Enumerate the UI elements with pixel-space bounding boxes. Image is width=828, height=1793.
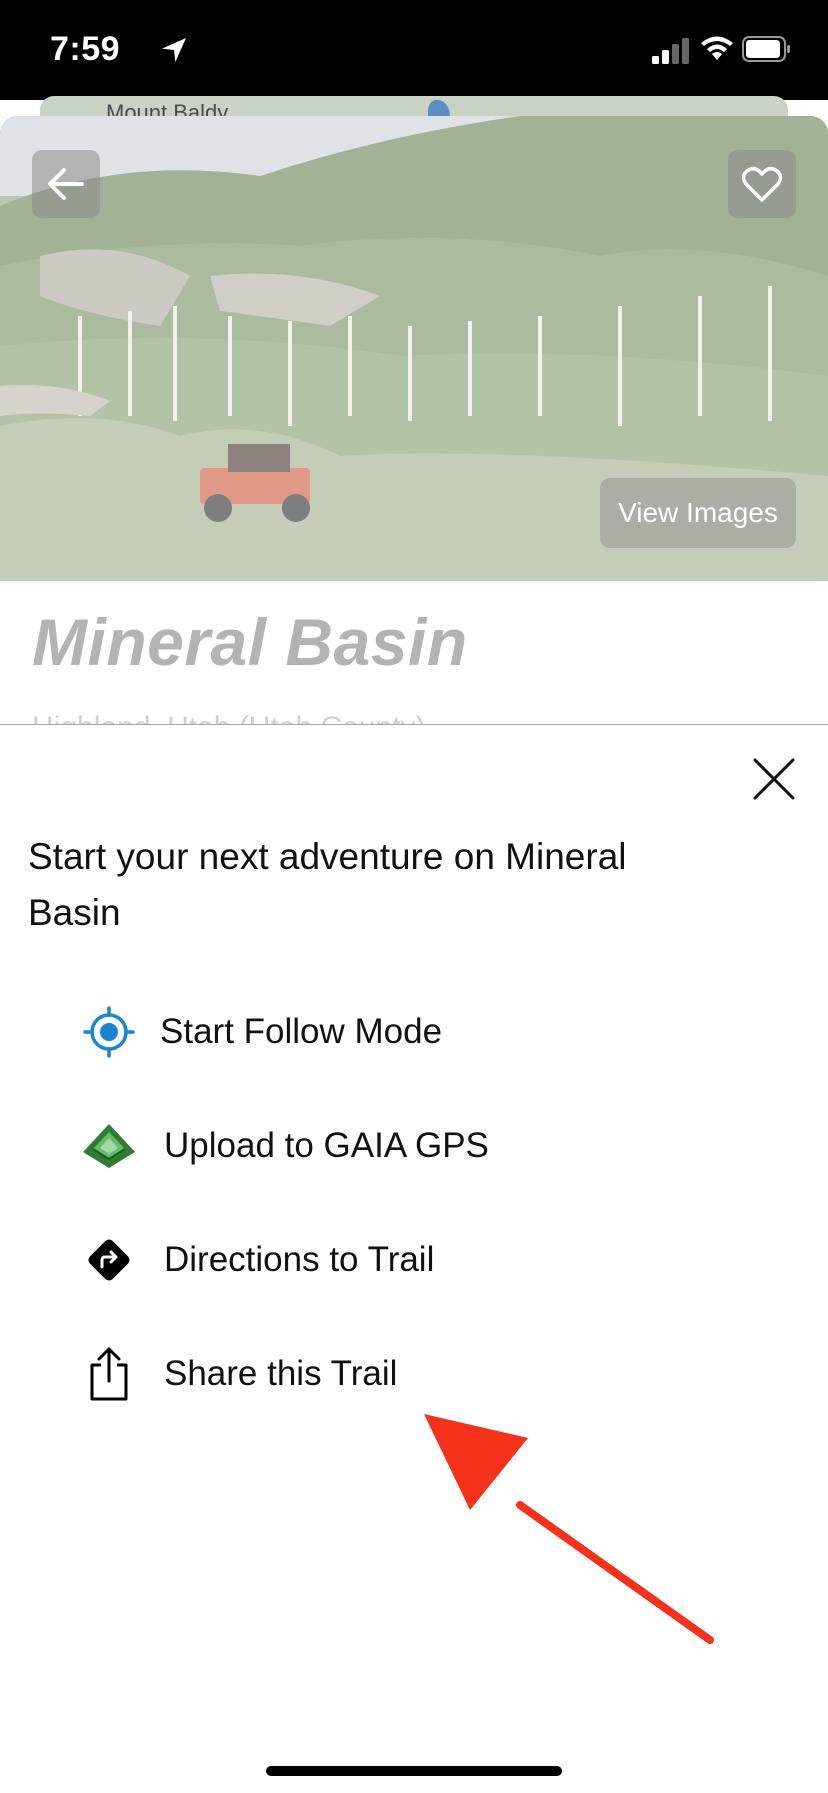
status-bar: 7:59 [0, 0, 828, 100]
close-icon[interactable] [752, 757, 796, 801]
upload-gaia-gps-button[interactable]: Upload to GAIA GPS [80, 1117, 489, 1175]
action-label: Directions to Trail [164, 1240, 435, 1279]
heart-icon [741, 166, 783, 202]
wifi-icon [701, 36, 733, 60]
cellular-signal-icon [652, 38, 689, 64]
trail-location: Highland, Utah (Utah County) [32, 706, 426, 724]
annotation-arrow [424, 1414, 714, 1644]
action-label: Share this Trail [164, 1354, 398, 1393]
view-images-button[interactable]: View Images [600, 478, 796, 548]
location-arrow-icon [162, 38, 186, 62]
action-label: Upload to GAIA GPS [164, 1126, 489, 1165]
share-this-trail-button[interactable]: Share this Trail [80, 1345, 397, 1403]
action-label: Start Follow Mode [160, 1012, 443, 1051]
gaia-gps-logo-icon [80, 1117, 138, 1175]
directions-to-trail-button[interactable]: Directions to Trail [80, 1231, 434, 1289]
trail-photo: View Images [0, 116, 828, 581]
trail-name: Mineral Basin [32, 605, 468, 679]
back-arrow-icon [48, 168, 84, 200]
share-icon [80, 1345, 138, 1403]
directions-icon [80, 1231, 138, 1289]
home-indicator [266, 1766, 562, 1776]
favorite-button[interactable] [728, 150, 796, 218]
back-button[interactable] [32, 150, 100, 218]
battery-icon [742, 36, 790, 62]
sheet-heading: Start your next adventure on Mineral Bas… [28, 836, 627, 933]
follow-mode-target-icon [80, 1003, 138, 1061]
status-time: 7:59 [50, 30, 121, 68]
start-follow-mode-button[interactable]: Start Follow Mode [80, 1003, 442, 1061]
